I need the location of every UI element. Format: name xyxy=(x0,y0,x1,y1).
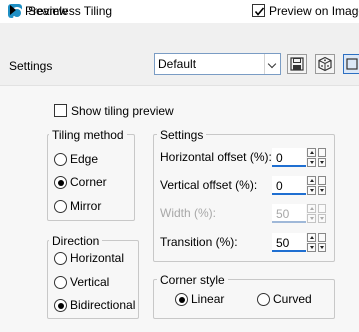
width-value: 50 xyxy=(276,207,290,221)
direction-title: Direction xyxy=(49,234,103,248)
direction-vertical-label[interactable]: Vertical xyxy=(70,275,109,289)
preview-on-image-checkbox[interactable] xyxy=(252,4,265,17)
tiling-mirror-label[interactable]: Mirror xyxy=(70,199,101,213)
horizontal-offset-value: 0 xyxy=(276,151,283,165)
randomize-button[interactable] xyxy=(315,54,335,74)
slider-handle[interactable] xyxy=(318,176,326,185)
tiling-corner-radio[interactable] xyxy=(54,176,67,189)
tiling-method-title: Tiling method xyxy=(49,128,127,142)
tiling-edge-radio[interactable] xyxy=(54,153,67,166)
chevron-down-icon[interactable] xyxy=(264,54,280,74)
settings-preset-value: Default xyxy=(158,57,197,71)
tiling-edge-label[interactable]: Edge xyxy=(70,152,98,166)
width-label: Width (%): xyxy=(160,206,217,220)
dice-icon xyxy=(318,56,332,72)
horizontal-offset-label: Horizontal offset (%): xyxy=(160,150,272,164)
increment-icon[interactable] xyxy=(307,176,316,185)
expand-arrow-icon[interactable] xyxy=(10,5,16,15)
increment-icon[interactable] xyxy=(307,148,316,157)
slider-handle[interactable] xyxy=(318,148,326,157)
slider-dropdown-icon[interactable] xyxy=(318,186,326,195)
decrement-icon[interactable] xyxy=(307,158,316,167)
checkmark-icon xyxy=(254,7,265,16)
horizontal-offset-spinner[interactable]: 0 xyxy=(272,148,327,167)
decrement-icon xyxy=(307,214,316,223)
show-tiling-preview-checkbox[interactable] xyxy=(54,104,67,117)
transition-label: Transition (%): xyxy=(160,235,238,249)
decrement-icon[interactable] xyxy=(307,243,316,252)
vertical-offset-spinner[interactable]: 0 xyxy=(272,176,327,195)
corner-linear-radio[interactable] xyxy=(175,293,188,306)
slider-dropdown-icon xyxy=(318,214,326,223)
increment-icon xyxy=(307,204,316,213)
settings-button[interactable] xyxy=(343,54,359,74)
corner-curved-label[interactable]: Curved xyxy=(273,292,312,306)
show-tiling-preview-label[interactable]: Show tiling preview xyxy=(71,104,174,118)
corner-linear-label[interactable]: Linear xyxy=(191,292,224,306)
vertical-offset-value: 0 xyxy=(276,179,283,193)
tiling-corner-label[interactable]: Corner xyxy=(70,175,107,189)
transition-value: 50 xyxy=(276,236,290,250)
preview-toggle[interactable]: Preview xyxy=(25,4,68,18)
width-input: 50 xyxy=(272,204,306,223)
corner-style-title: Corner style xyxy=(157,273,228,287)
slider-handle[interactable] xyxy=(318,233,326,242)
direction-horizontal-label[interactable]: Horizontal xyxy=(70,251,124,265)
settings-label: Settings xyxy=(9,59,53,73)
preview-on-image-label[interactable]: Preview on Image xyxy=(269,4,359,18)
direction-horizontal-radio[interactable] xyxy=(54,252,67,265)
save-preset-button[interactable] xyxy=(287,54,307,74)
width-spinner: 50 xyxy=(272,204,327,223)
direction-bidirectional-radio[interactable] xyxy=(54,299,67,312)
transition-input[interactable]: 50 xyxy=(272,233,306,252)
settings-icon xyxy=(346,58,358,70)
horizontal-offset-input[interactable]: 0 xyxy=(272,148,306,167)
settings-group-title: Settings xyxy=(157,128,207,142)
direction-vertical-radio[interactable] xyxy=(54,276,67,289)
increment-icon[interactable] xyxy=(307,233,316,242)
direction-bidirectional-label[interactable]: Bidirectional xyxy=(70,298,135,312)
settings-preset-select[interactable]: Default xyxy=(154,53,281,75)
slider-dropdown-icon[interactable] xyxy=(318,243,326,252)
tiling-mirror-radio[interactable] xyxy=(54,200,67,213)
slider-dropdown-icon[interactable] xyxy=(318,158,326,167)
corner-curved-radio[interactable] xyxy=(257,293,270,306)
vertical-offset-input[interactable]: 0 xyxy=(272,176,306,195)
transition-spinner[interactable]: 50 xyxy=(272,233,327,252)
vertical-offset-label: Vertical offset (%): xyxy=(160,178,258,192)
slider-handle xyxy=(318,204,326,213)
save-icon xyxy=(290,57,304,71)
decrement-icon[interactable] xyxy=(307,186,316,195)
